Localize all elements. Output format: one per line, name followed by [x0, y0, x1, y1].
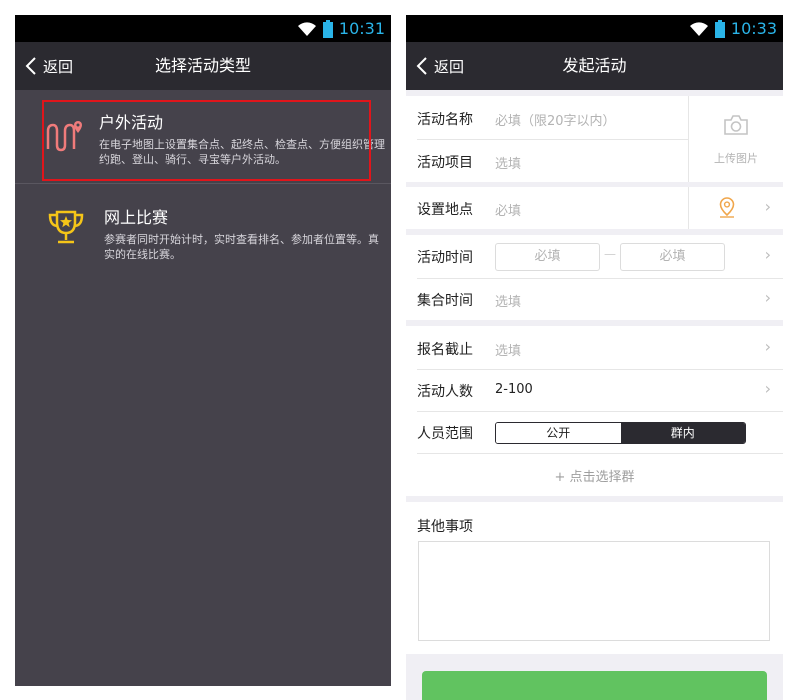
- time-end-input[interactable]: 必填: [620, 243, 725, 271]
- status-bar: 10:33: [406, 15, 783, 42]
- status-bar: 10:31: [15, 15, 391, 42]
- activity-type-online-race[interactable]: 网上比赛 参赛者同时开始计时，实时查看排名、参加者位置等。真实的在线比赛。: [15, 184, 391, 277]
- pick-group-button[interactable]: + 点击选择群: [406, 466, 783, 485]
- divider: [417, 411, 783, 412]
- left-screen: 10:31 返回 选择活动类型 户外活动 在电子地图上设置集合点、起终点、检查点…: [15, 15, 391, 686]
- activity-type-desc: 参赛者同时开始计时，实时查看排名、参加者位置等。真实的在线比赛。: [104, 233, 379, 261]
- name-input[interactable]: 必填（限20字以内）: [495, 110, 616, 129]
- time-label: 活动时间: [417, 250, 473, 266]
- project-label: 活动项目: [417, 155, 473, 171]
- title-bar: 返回 选择活动类型: [15, 42, 391, 90]
- gather-select[interactable]: 选填: [495, 291, 521, 310]
- divider: [688, 187, 689, 229]
- name-label: 活动名称: [417, 112, 473, 128]
- scope-toggle[interactable]: 公开 群内: [495, 422, 746, 444]
- title-bar: 返回 发起活动: [406, 42, 783, 90]
- divider: [417, 139, 689, 140]
- activity-type-name: 网上比赛: [104, 208, 169, 227]
- location-input[interactable]: 必填: [495, 200, 521, 219]
- status-time: 10:33: [730, 19, 777, 38]
- submit-button[interactable]: [422, 671, 767, 700]
- scope-option-public[interactable]: 公开: [496, 423, 621, 443]
- status-time: 10:31: [338, 19, 385, 38]
- scope-label: 人员范围: [417, 426, 473, 442]
- wifi-icon: [689, 21, 708, 36]
- empty-area: [15, 277, 391, 686]
- divider: [417, 278, 783, 279]
- page-title: 选择活动类型: [154, 56, 251, 75]
- notes-textarea[interactable]: [418, 541, 770, 641]
- deadline-label: 报名截止: [417, 342, 473, 358]
- gather-label: 集合时间: [417, 293, 473, 309]
- basic-info-card: 活动名称 必填（限20字以内） 活动项目 选填 上传图片: [406, 96, 783, 182]
- chevron-right-icon: ›: [764, 245, 771, 264]
- divider: [417, 369, 783, 370]
- chevron-right-icon: ›: [764, 197, 771, 216]
- chevron-right-icon: ›: [764, 288, 771, 307]
- signup-card: 报名截止 选填 › 活动人数 2-100 › 人员范围 公开 群内 + 点击选择…: [406, 326, 783, 496]
- page-title: 发起活动: [562, 56, 627, 75]
- wifi-icon: [297, 21, 316, 36]
- divider: [417, 453, 783, 454]
- count-label: 活动人数: [417, 384, 473, 400]
- activity-form: 活动名称 必填（限20字以内） 活动项目 选填 上传图片 设置地点 必填 › 活…: [406, 90, 783, 700]
- selection-highlight: [42, 100, 371, 181]
- camera-icon: [724, 115, 748, 135]
- trophy-icon: [48, 210, 84, 244]
- time-start-input[interactable]: 必填: [495, 243, 600, 271]
- upload-image-button[interactable]: 上传图片: [689, 96, 783, 182]
- chevron-right-icon: ›: [764, 337, 771, 356]
- location-label: 设置地点: [417, 202, 473, 218]
- right-screen: 10:33 返回 发起活动 活动名称 必填（限20字以内） 活动项目 选填 上传…: [406, 15, 783, 700]
- location-row[interactable]: 设置地点 必填 ›: [406, 187, 783, 229]
- other-label: 其他事项: [417, 519, 473, 535]
- chevron-right-icon: ›: [764, 379, 771, 398]
- deadline-select[interactable]: 选填: [495, 340, 521, 359]
- time-separator: —: [604, 247, 616, 261]
- time-card: 活动时间 必填 — 必填 › 集合时间 选填 ›: [406, 235, 783, 320]
- project-select[interactable]: 选填: [495, 153, 521, 172]
- notes-card: 其他事项: [406, 502, 783, 654]
- count-value[interactable]: 2-100: [495, 382, 533, 397]
- map-pin-icon[interactable]: [717, 196, 737, 220]
- battery-icon: [322, 19, 333, 38]
- battery-icon: [714, 19, 725, 38]
- scope-option-group[interactable]: 群内: [620, 423, 745, 443]
- upload-label: 上传图片: [714, 152, 758, 165]
